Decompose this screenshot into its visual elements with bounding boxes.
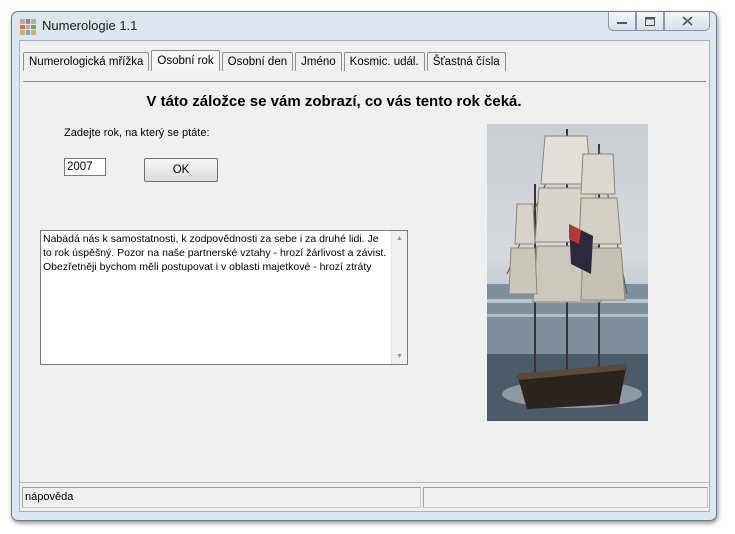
tab-stastna-cisla[interactable]: Šťastná čísla bbox=[426, 52, 506, 71]
window-title: Numerologie 1.1 bbox=[42, 18, 138, 33]
title-bar[interactable]: Numerologie 1.1 bbox=[12, 12, 716, 40]
status-hint: nápověda bbox=[22, 487, 421, 508]
window-controls bbox=[608, 12, 710, 31]
result-scrollbar[interactable]: ▲ ▼ bbox=[391, 231, 407, 364]
maximize-button[interactable] bbox=[636, 12, 664, 31]
tab-numerologicka-mrizka[interactable]: Numerologická mřížka bbox=[23, 52, 150, 71]
result-textarea[interactable]: Nabádá nás k samostatnosti, k zodpovědno… bbox=[40, 230, 408, 365]
app-window: Numerologie 1.1 Numerologická mřížka Oso… bbox=[11, 11, 717, 521]
sailing-ship-illustration bbox=[487, 129, 648, 421]
close-icon bbox=[681, 16, 693, 26]
result-text: Nabádá nás k samostatnosti, k zodpovědno… bbox=[43, 233, 387, 273]
tab-divider bbox=[23, 81, 706, 82]
arrow-down-icon[interactable]: ▼ bbox=[392, 349, 407, 364]
year-label: Zadejte rok, na který se ptáte: bbox=[64, 127, 210, 139]
ship-image bbox=[487, 124, 648, 421]
maximize-icon bbox=[645, 16, 655, 26]
tab-osobni-den[interactable]: Osobní den bbox=[221, 52, 294, 71]
minimize-icon bbox=[617, 22, 627, 24]
client-area: Numerologická mřížka Osobní rok Osobní d… bbox=[19, 40, 710, 512]
app-grid-icon bbox=[20, 19, 36, 35]
minimize-button[interactable] bbox=[608, 12, 636, 31]
tab-strip: Numerologická mřížka Osobní rok Osobní d… bbox=[23, 50, 508, 71]
tab-jmeno[interactable]: Jméno bbox=[295, 52, 342, 71]
tab-kosmic-udal[interactable]: Kosmic. udál. bbox=[343, 52, 425, 71]
year-input[interactable]: 2007 bbox=[64, 158, 106, 176]
ok-button[interactable]: OK bbox=[144, 158, 218, 182]
arrow-up-icon[interactable]: ▲ bbox=[392, 231, 407, 246]
tab-osobni-rok[interactable]: Osobní rok bbox=[151, 50, 220, 71]
page-heading: V táto záložce se vám zobrazí, co vás te… bbox=[146, 93, 522, 110]
status-right-panel bbox=[423, 487, 708, 508]
close-button[interactable] bbox=[664, 12, 710, 31]
status-separator bbox=[20, 482, 709, 483]
